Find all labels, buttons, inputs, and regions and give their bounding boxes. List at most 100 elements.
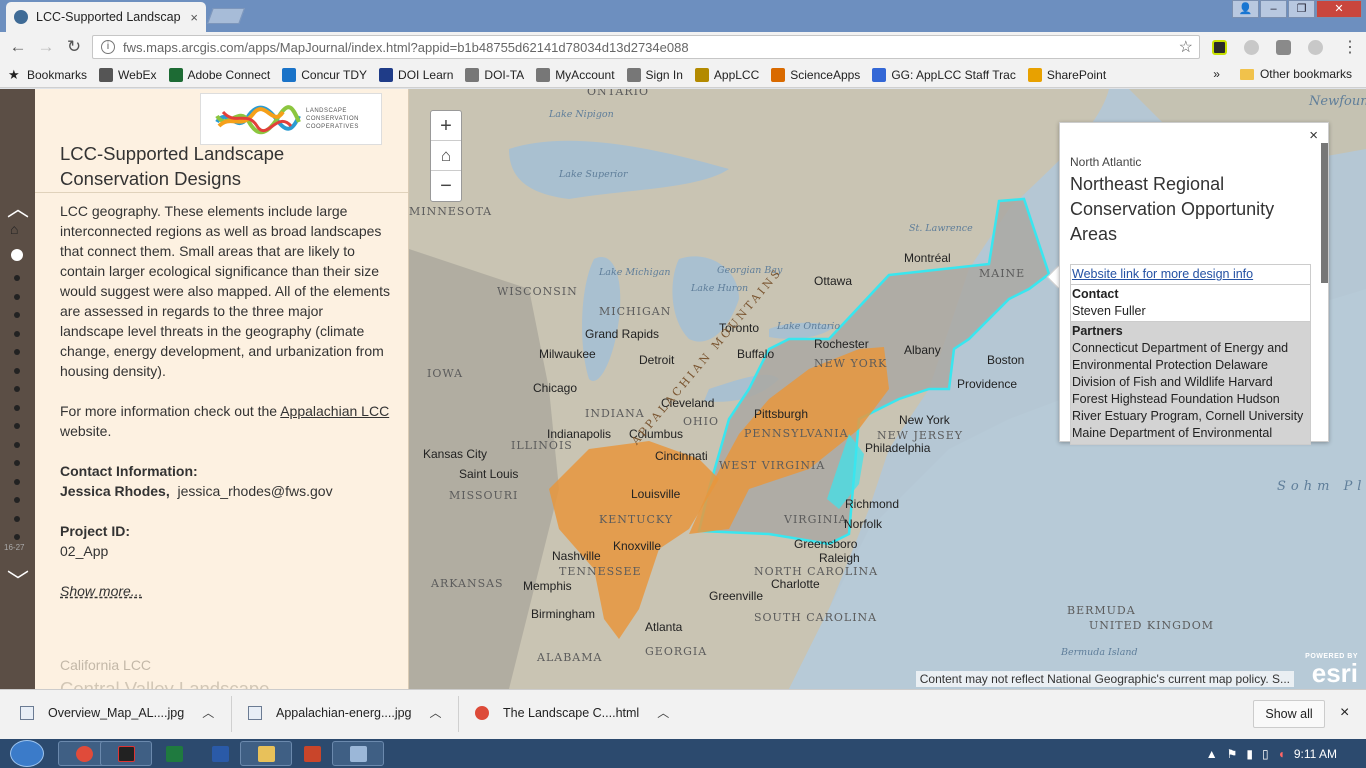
section-dot[interactable]	[14, 386, 20, 392]
home-extent-button[interactable]: ⌂	[431, 141, 461, 171]
taskbar-terminal[interactable]	[100, 741, 152, 766]
section-dot[interactable]	[14, 349, 20, 355]
back-button[interactable]: ←	[6, 37, 30, 57]
volume-icon[interactable]: ◖	[1278, 747, 1285, 761]
section-dot[interactable]	[14, 404, 20, 411]
flag-icon[interactable]: ⚑	[1227, 747, 1238, 761]
chevron-down-icon[interactable]: ﹀	[5, 564, 31, 594]
download-item[interactable]: Appalachian-energ....jpg ︿	[248, 704, 442, 721]
show-more-link[interactable]: Show more...	[60, 581, 390, 601]
bookmarks-bar: ★ Bookmarks WebEx Adobe Connect Concur TDY DO…	[0, 62, 1366, 88]
map-label: New York	[899, 413, 950, 427]
image-file-icon	[20, 705, 34, 720]
chevron-up-icon[interactable]: ︿	[202, 704, 214, 721]
taskbar-word[interactable]	[194, 741, 246, 766]
map-label: BERMUDA	[1067, 604, 1136, 617]
popup-scrollbar[interactable]	[1321, 143, 1328, 283]
section-dot[interactable]	[14, 478, 20, 485]
bookmark-bookmarks[interactable]: ★ Bookmarks	[8, 67, 87, 82]
start-button[interactable]	[10, 740, 44, 767]
map-view[interactable]: ONTARIO Lake Nipigon Lake Superior MINNESOT…	[409, 89, 1366, 689]
bookmark-gg-applcc-staff-trac[interactable]: GG: AppLCC Staff Trac	[872, 67, 1016, 82]
map-label: MISSOURI	[449, 489, 519, 502]
section-dot[interactable]	[14, 423, 20, 429]
map-label: Ottawa	[814, 274, 853, 288]
map-label: Kansas City	[423, 447, 488, 461]
extension-pocket-icon[interactable]	[1276, 40, 1291, 55]
browser-tab[interactable]: LCC-Supported Landscap ×	[6, 2, 206, 32]
new-tab-button[interactable]	[207, 8, 245, 24]
bookmark-applcc[interactable]: AppLCC	[694, 67, 759, 82]
section-dot[interactable]	[14, 312, 20, 318]
bookmark-sharepoint[interactable]: SharePoint	[1027, 67, 1106, 82]
tab-close-button[interactable]: ×	[190, 10, 198, 25]
bookmarks-overflow-button[interactable]: »	[1213, 67, 1220, 81]
powerpoint-icon	[304, 746, 321, 762]
section-dot[interactable]	[14, 330, 20, 337]
bookmark-scienceapps[interactable]: ScienceApps	[771, 67, 860, 82]
user-icon[interactable]: 👤	[1232, 0, 1259, 18]
bookmark-doi-learn[interactable]: DOI Learn	[379, 67, 453, 82]
current-section-dot[interactable]	[11, 249, 23, 261]
section-dot[interactable]	[14, 441, 20, 448]
section-dot[interactable]	[14, 275, 20, 281]
other-bookmarks[interactable]: Other bookmarks	[1260, 67, 1352, 81]
show-hidden-icons[interactable]: ▲	[1206, 747, 1218, 761]
bookmark-adobe-connect[interactable]: Adobe Connect	[168, 67, 270, 82]
section-dot[interactable]	[14, 367, 20, 374]
map-label: Atlanta	[645, 620, 683, 634]
menu-icon[interactable]: ⋮	[1338, 37, 1362, 57]
bookmark-myaccount[interactable]: MyAccount	[536, 67, 615, 82]
contact-label: Contact Information:	[60, 463, 198, 479]
scienceapps-icon	[771, 67, 786, 82]
taskbar-explorer[interactable]	[240, 741, 292, 766]
download-item[interactable]: Overview_Map_AL....jpg ︿	[20, 704, 214, 721]
zoom-out-button[interactable]: −	[431, 171, 461, 201]
show-all-button[interactable]: Show all	[1253, 700, 1325, 728]
appalachian-lcc-link[interactable]: Appalachian LCC	[280, 403, 389, 419]
network-icon[interactable]: ▮	[1246, 747, 1253, 761]
taskbar-excel[interactable]	[148, 741, 200, 766]
battery-icon[interactable]: ▯	[1262, 747, 1269, 761]
restore-button[interactable]: ❐	[1288, 0, 1315, 18]
extension-search-icon[interactable]	[1308, 40, 1323, 55]
taskbar-window[interactable]	[332, 741, 384, 766]
sharepoint-icon	[1027, 67, 1042, 82]
minimize-button[interactable]: ‒	[1260, 0, 1287, 18]
omnibox[interactable]: i fws.maps.arcgis.com/apps/MapJournal/in…	[92, 35, 1200, 59]
close-downloads-button[interactable]: ×	[1340, 704, 1349, 722]
chevron-up-icon[interactable]: ︿	[430, 704, 442, 721]
home-icon[interactable]: ⌂	[10, 222, 25, 237]
section-dot[interactable]	[14, 515, 20, 522]
map-label: Lake Nipigon	[549, 109, 614, 120]
zoom-in-button[interactable]: +	[431, 111, 461, 141]
info-icon[interactable]: i	[101, 40, 115, 54]
forward-button[interactable]: →	[34, 37, 58, 57]
extension-check-icon[interactable]	[1212, 40, 1227, 55]
close-window-button[interactable]: ✕	[1316, 0, 1362, 18]
bookmark-webex[interactable]: WebEx	[99, 67, 157, 82]
window-controls: 👤 ‒ ❐ ✕	[1231, 0, 1362, 18]
taskbar-powerpoint[interactable]	[286, 741, 338, 766]
bookmark-doi-ta[interactable]: DOI-TA	[465, 67, 524, 82]
popup-close-button[interactable]: ×	[1309, 127, 1318, 144]
section-dot[interactable]	[14, 293, 20, 300]
chevron-up-icon[interactable]: ︿	[657, 704, 669, 721]
bookmark-concur-tdy[interactable]: Concur TDY	[282, 67, 367, 82]
map-label: IOWA	[427, 367, 464, 380]
folder-icon	[1239, 68, 1254, 80]
reload-button[interactable]: ↻	[62, 37, 86, 57]
download-item[interactable]: The Landscape C....html ︿	[475, 704, 669, 721]
bookmark-star-icon[interactable]: ☆	[1179, 37, 1193, 57]
section-dot[interactable]	[14, 497, 20, 503]
design-info-link[interactable]: Website link for more design info	[1072, 267, 1253, 281]
map-label: Albany	[904, 343, 941, 357]
extension-circle-icon[interactable]	[1244, 40, 1259, 55]
section-dot[interactable]	[14, 460, 20, 466]
map-label: UNITED KINGDOM	[1089, 619, 1214, 632]
clock[interactable]: 9:11 AM	[1294, 747, 1337, 761]
bookmark-sign-in[interactable]: Sign In	[626, 67, 683, 82]
section-dot[interactable]	[14, 534, 20, 540]
chevron-up-icon[interactable]: ︿	[5, 191, 31, 221]
map-label: Charlotte	[771, 577, 820, 591]
